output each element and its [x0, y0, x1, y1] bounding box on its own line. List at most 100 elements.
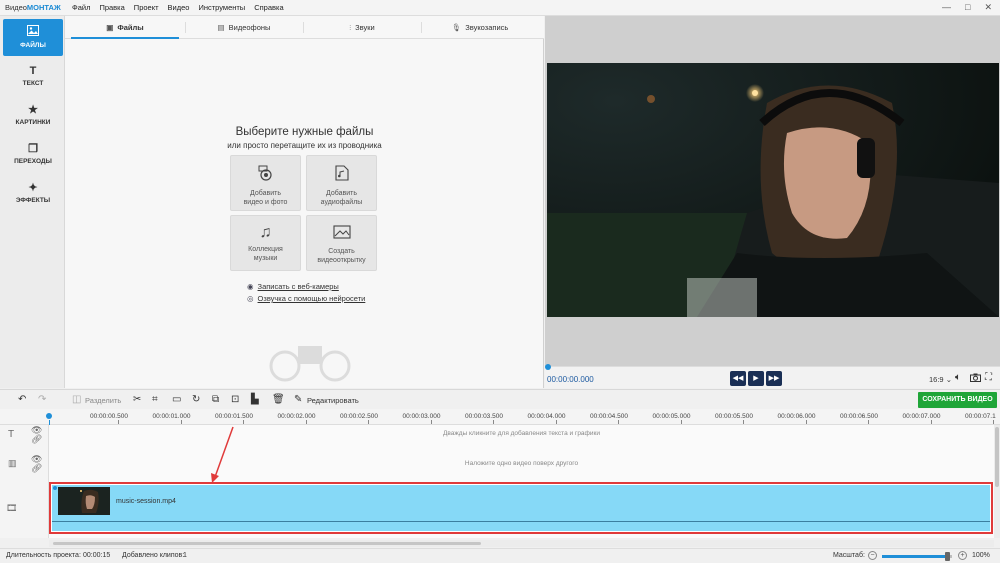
ai-voice-icon: ◎: [247, 294, 254, 303]
clips-value: 1: [183, 552, 187, 559]
ruler-tick: [868, 420, 869, 424]
vertical-scrollbar[interactable]: [994, 425, 1000, 538]
edit-icon[interactable]: ✎: [294, 394, 302, 405]
zoom-label: Масштаб:: [833, 552, 865, 559]
annotation-arrow: [211, 426, 234, 483]
image-icon: [3, 25, 63, 39]
next-icon[interactable]: ▶▶: [766, 371, 782, 386]
undo-icon[interactable]: ↶: [18, 394, 26, 405]
link-icon[interactable]: 🔗︎: [31, 434, 42, 445]
music-collection-button[interactable]: ♫ Коллекция музыки: [230, 215, 301, 271]
fullscreen-icon[interactable]: ⛶: [985, 373, 992, 383]
zoom-out-icon[interactable]: −: [868, 551, 877, 560]
menu-video[interactable]: Видео: [168, 3, 190, 12]
insert-icon[interactable]: ▙: [251, 394, 259, 405]
panel-tabs: ▣ Файлы ▤ Видеофоны ⫶ Звуки 🎙︎ Звукозапись: [65, 16, 544, 39]
add-media-icon: [231, 165, 300, 185]
image-icon: ▣: [106, 23, 114, 32]
timeline-tracks: Дважды кликните для добавления текста и …: [49, 425, 994, 538]
ruler-tick: [305, 420, 307, 424]
text-icon: T: [29, 65, 37, 77]
sidebar-item-effects[interactable]: ✦ ЭФФЕКТЫ: [3, 176, 63, 213]
menu-edit[interactable]: Правка: [99, 3, 124, 12]
film-icon: ▤: [217, 23, 225, 32]
playhead-handle[interactable]: [46, 413, 52, 419]
preview-timecode: 00:00:00.000: [547, 375, 594, 384]
ai-voiceover-link[interactable]: ◎ Озвучка с помощью нейросети: [247, 294, 365, 303]
split-button[interactable]: Разделить: [85, 396, 121, 405]
play-icon[interactable]: ▶: [748, 371, 764, 386]
ruler-label: 00:00:05.000: [652, 413, 691, 420]
zoom-value: 100%: [972, 552, 990, 559]
close-icon[interactable]: ✕: [984, 2, 992, 13]
tab-voice-recording[interactable]: 🎙︎ Звукозапись: [421, 16, 539, 39]
timeline-ruler[interactable]: 00:00:00.500 00:00:01.000 00:00:01.500 00:0…: [0, 409, 1000, 425]
rotate-icon[interactable]: ↻: [192, 394, 200, 405]
panel-subtitle: или просто перетащите их из проводника: [227, 141, 382, 150]
sidebar-item-files[interactable]: ФАЙЛЫ: [3, 19, 63, 56]
preview-controls: 00:00:00.000 ◀◀ ▶ ▶▶ 16:9 ⌄ 🔈︎ ⛶: [545, 364, 1000, 388]
trash-icon[interactable]: 🗑︎: [272, 394, 285, 405]
add-audio-button[interactable]: Добавить аудиофайлы: [306, 155, 377, 211]
tab-files[interactable]: ▣ Файлы: [71, 16, 179, 39]
zoom-slider[interactable]: [882, 552, 952, 561]
ruler-label: 00:00:01.000: [152, 413, 191, 420]
redo-icon[interactable]: ↷: [38, 394, 46, 405]
aspect-ratio-select[interactable]: 16:9 ⌄: [929, 375, 952, 384]
volume-icon[interactable]: 🔈︎: [955, 373, 961, 383]
sidebar-item-text[interactable]: T ТЕКСТ: [3, 59, 63, 96]
duration-value: 00:00:15: [83, 552, 111, 559]
webcam-record-link[interactable]: ◉ Записать с веб-камеры: [247, 282, 339, 291]
menu-project[interactable]: Проект: [134, 3, 159, 12]
ruler-label: 00:00:06.500: [840, 413, 878, 420]
crop-icon[interactable]: ⌗: [152, 394, 158, 405]
create-postcard-button[interactable]: Создать видеооткрытку: [306, 215, 377, 271]
webcam-icon: ◉: [247, 282, 254, 291]
sidebar-item-pictures[interactable]: ★ КАРТИНКИ: [3, 98, 63, 135]
split-icon[interactable]: ◫: [72, 394, 81, 405]
ruler-label: 00:00:07.1: [965, 413, 996, 420]
sidebar-item-transitions[interactable]: ❐ ПЕРЕХОДЫ: [3, 137, 63, 174]
frame-icon[interactable]: ▭: [172, 394, 181, 405]
ruler-label: 00:00:04.500: [590, 413, 628, 420]
add-video-photo-button[interactable]: Добавить видео и фото: [230, 155, 301, 211]
overlay-track-hint[interactable]: Наложите одно видео поверх другого: [49, 460, 994, 467]
window-controls: — □ ✕: [942, 2, 992, 13]
panel-title: Выберите нужные файлы: [235, 126, 374, 138]
zoom-slider-handle[interactable]: [945, 552, 951, 561]
menu-help[interactable]: Справка: [254, 3, 283, 12]
sidebar-item-label: ТЕКСТ: [22, 80, 44, 87]
horizontal-scrollbar[interactable]: [49, 540, 994, 547]
link-icon[interactable]: 🔗︎: [31, 463, 42, 474]
video-preview[interactable]: [547, 63, 999, 317]
cut-icon[interactable]: ✂: [133, 394, 141, 405]
preview-progress-handle[interactable]: [545, 364, 551, 370]
speed-icon[interactable]: ⧉: [212, 394, 219, 405]
tab-video-backgrounds[interactable]: ▤ Видеофоны: [185, 16, 303, 39]
sidebar: ФАЙЛЫ T ТЕКСТ ★ КАРТИНКИ ❐ ПЕРЕХОДЫ ✦ ЭФ…: [0, 16, 65, 388]
ruler-label: 00:00:06.000: [777, 413, 816, 420]
menu-file[interactable]: Файл: [72, 3, 90, 12]
ruler-label: 00:00:01.500: [215, 413, 253, 420]
previous-icon[interactable]: ◀◀: [730, 371, 746, 386]
maximize-icon[interactable]: □: [965, 2, 970, 13]
transition-icon: ❐: [28, 143, 38, 155]
ruler-label: 00:00:02.000: [277, 413, 316, 420]
ruler-label: 00:00:07.000: [902, 413, 941, 420]
zoom-in-icon[interactable]: +: [958, 551, 967, 560]
clip-thumbnail: [58, 487, 110, 515]
star-icon: ★: [28, 104, 38, 116]
watermark-graphic: [269, 346, 351, 382]
snapshot-icon[interactable]: [970, 373, 981, 385]
save-video-button[interactable]: СОХРАНИТЬ ВИДЕО: [918, 392, 997, 408]
text-track-hint[interactable]: Дважды кликните для добавления текста и …: [49, 430, 994, 437]
files-panel: ▣ Файлы ▤ Видеофоны ⫶ Звуки 🎙︎ Звукозапись В…: [65, 16, 544, 388]
video-clip[interactable]: music-session.mp4: [52, 485, 990, 531]
tab-sounds[interactable]: ⫶ Звуки: [303, 16, 421, 39]
menu-tools[interactable]: Инструменты: [198, 3, 245, 12]
minimize-icon[interactable]: —: [942, 2, 951, 13]
edit-button[interactable]: Редактировать: [307, 396, 359, 405]
sidebar-item-label: КАРТИНКИ: [15, 119, 51, 126]
ruler-label: 00:00:02.500: [340, 413, 378, 420]
stabilize-icon[interactable]: ⊡: [231, 394, 239, 405]
